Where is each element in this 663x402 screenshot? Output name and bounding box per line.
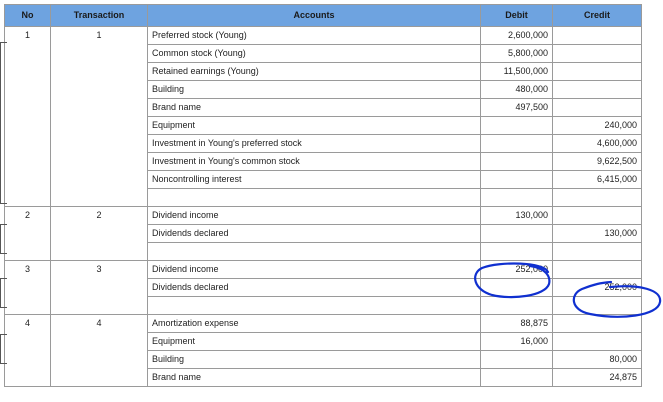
journal-entries-table: No Transaction Accounts Debit Credit 1 1… xyxy=(4,4,642,387)
group-bracket xyxy=(0,224,7,254)
blank-cell xyxy=(552,242,642,261)
entry-no: 4 xyxy=(4,314,51,387)
credit-cell: 240,000 xyxy=(552,116,642,135)
table-row: 2 2 Dividend income 130,000 xyxy=(4,206,642,261)
account-cell: Investment in Young's common stock xyxy=(147,152,481,171)
blank-cell xyxy=(147,296,481,315)
debit-cell xyxy=(480,350,553,369)
account-cell: Investment in Young's preferred stock xyxy=(147,134,481,153)
account-cell: Preferred stock (Young) xyxy=(147,26,481,45)
credit-cell xyxy=(552,80,642,99)
entry-transaction: 2 xyxy=(50,206,148,261)
account-cell: Dividend income xyxy=(147,206,481,225)
debit-cell: 16,000 xyxy=(480,332,553,351)
header-accounts: Accounts xyxy=(147,4,481,27)
group-bracket xyxy=(0,42,7,204)
header-debit: Debit xyxy=(480,4,553,27)
debit-cell xyxy=(480,134,553,153)
table-row: 1 1 Preferred stock (Young) 2,600,000 xyxy=(4,26,642,207)
blank-cell xyxy=(147,188,481,207)
credit-cell xyxy=(552,98,642,117)
account-cell: Building xyxy=(147,80,481,99)
credit-cell: 24,875 xyxy=(552,368,642,387)
account-cell: Dividends declared xyxy=(147,278,481,297)
account-cell: Noncontrolling interest xyxy=(147,170,481,189)
credit-cell: 9,622,500 xyxy=(552,152,642,171)
debit-cell xyxy=(480,116,553,135)
debit-cell xyxy=(480,224,553,243)
blank-cell xyxy=(552,188,642,207)
entry-transaction: 1 xyxy=(50,26,148,207)
group-bracket xyxy=(0,334,7,364)
header-row: No Transaction Accounts Debit Credit xyxy=(4,4,642,27)
account-cell: Amortization expense xyxy=(147,314,481,333)
account-cell: Dividends declared xyxy=(147,224,481,243)
account-cell: Equipment xyxy=(147,116,481,135)
blank-cell xyxy=(147,242,481,261)
account-cell: Dividend income xyxy=(147,260,481,279)
account-cell: Brand name xyxy=(147,368,481,387)
table-row: 4 4 Amortization expense 88,875 xyxy=(4,314,642,387)
debit-cell xyxy=(480,170,553,189)
credit-cell xyxy=(552,62,642,81)
credit-cell xyxy=(552,260,642,279)
blank-cell xyxy=(480,188,553,207)
header-credit: Credit xyxy=(552,4,642,27)
credit-cell: 130,000 xyxy=(552,224,642,243)
debit-cell: 497,500 xyxy=(480,98,553,117)
entry-transaction: 3 xyxy=(50,260,148,315)
account-cell: Retained earnings (Young) xyxy=(147,62,481,81)
debit-cell: 2,600,000 xyxy=(480,26,553,45)
table-row: 3 3 Dividend income 252,000 xyxy=(4,260,642,315)
blank-cell xyxy=(480,296,553,315)
credit-cell: 4,600,000 xyxy=(552,134,642,153)
account-cell: Common stock (Young) xyxy=(147,44,481,63)
debit-cell: 88,875 xyxy=(480,314,553,333)
credit-cell xyxy=(552,26,642,45)
debit-cell xyxy=(480,278,553,297)
credit-cell: 80,000 xyxy=(552,350,642,369)
credit-cell xyxy=(552,206,642,225)
entry-no: 2 xyxy=(4,206,51,261)
entry-no: 1 xyxy=(4,26,51,207)
credit-cell: 6,415,000 xyxy=(552,170,642,189)
debit-cell xyxy=(480,152,553,171)
debit-cell: 130,000 xyxy=(480,206,553,225)
entry-no: 3 xyxy=(4,260,51,315)
header-no: No xyxy=(4,4,51,27)
account-cell: Brand name xyxy=(147,98,481,117)
debit-cell: 5,800,000 xyxy=(480,44,553,63)
header-transaction: Transaction xyxy=(50,4,148,27)
group-bracket xyxy=(0,278,7,308)
credit-cell xyxy=(552,332,642,351)
debit-cell xyxy=(480,368,553,387)
entry-transaction: 4 xyxy=(50,314,148,387)
debit-cell: 480,000 xyxy=(480,80,553,99)
account-cell: Equipment xyxy=(147,332,481,351)
credit-cell xyxy=(552,44,642,63)
credit-cell xyxy=(552,314,642,333)
blank-cell xyxy=(552,296,642,315)
blank-cell xyxy=(480,242,553,261)
debit-cell: 11,500,000 xyxy=(480,62,553,81)
credit-cell: 252,000 xyxy=(552,278,642,297)
account-cell: Building xyxy=(147,350,481,369)
debit-cell: 252,000 xyxy=(480,260,553,279)
